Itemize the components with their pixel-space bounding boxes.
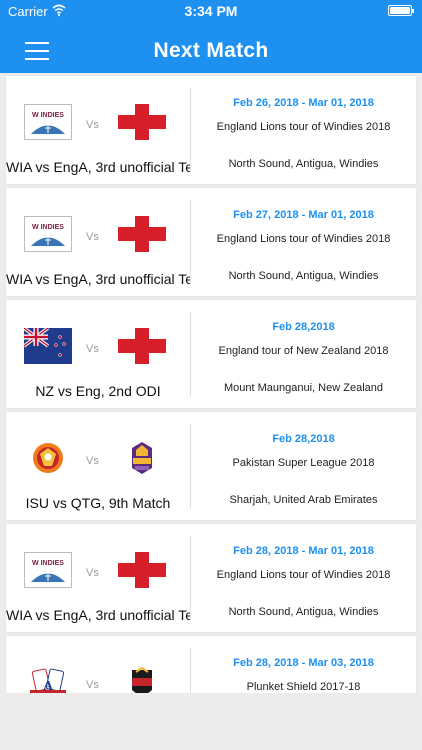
series-name: England Lions tour of Windies 2018 — [216, 569, 391, 581]
england-cross-flag — [118, 104, 166, 140]
match-details: Feb 28,2018 Pakistan Super League 2018 S… — [191, 412, 416, 520]
match-name: WIA vs EngA, 3rd unofficial Test — [6, 271, 190, 287]
match-card[interactable]: W INDIES Vs WIA vs EngA, 3rd unofficial … — [6, 524, 416, 632]
vs-label: Vs — [86, 567, 99, 579]
windies-logo-text: W INDIES — [32, 224, 64, 231]
match-card[interactable]: Vs NZ vs Eng, 2nd ODI Feb 28,2018 Englan… — [6, 300, 416, 408]
venue: North Sound, Antigua, Windies — [228, 158, 379, 170]
match-date: Feb 28, 2018 - Mar 03, 2018 — [233, 657, 374, 669]
vs-label: Vs — [86, 455, 99, 467]
series-name: England tour of New Zealand 2018 — [218, 345, 389, 357]
match-teams: Vs ISU vs QTG, 9th Match — [6, 412, 190, 520]
match-details: Feb 26, 2018 - Mar 01, 2018 England Lion… — [191, 76, 416, 184]
windies-logo-text: W INDIES — [32, 112, 64, 119]
match-date: Feb 27, 2018 - Mar 01, 2018 — [233, 209, 374, 221]
match-name: WIA vs EngA, 3rd unofficial Test — [6, 159, 190, 175]
venue: Sharjah, United Arab Emirates — [229, 494, 378, 506]
auckland-aces-logo: A — [24, 664, 72, 693]
windies-logo: W INDIES — [24, 552, 72, 588]
match-details: Feb 28, 2018 - Mar 03, 2018 Plunket Shie… — [191, 636, 416, 693]
match-teams: Vs NZ vs Eng, 2nd ODI — [6, 300, 190, 408]
england-cross-flag — [118, 328, 166, 364]
venue: North Sound, Antigua, Windies — [228, 270, 379, 282]
match-date: Feb 28,2018 — [272, 433, 335, 445]
match-list[interactable]: W INDIES Vs WIA vs EngA, 3rd unofficial … — [0, 73, 422, 693]
islamabad-united-logo — [24, 440, 72, 476]
clock-time: 3:34 PM — [184, 3, 238, 19]
series-name: England Lions tour of Windies 2018 — [216, 233, 391, 245]
app-header: Carrier 3:34 PM Next Match — [0, 0, 422, 73]
windies-logo: W INDIES — [24, 104, 72, 140]
match-date: Feb 28, 2018 - Mar 01, 2018 — [233, 545, 374, 557]
vs-label: Vs — [86, 231, 99, 243]
match-details: Feb 28,2018 England tour of New Zealand … — [191, 300, 416, 408]
venue: North Sound, Antigua, Windies — [228, 606, 379, 618]
vs-label: Vs — [86, 119, 99, 131]
new-zealand-flag — [22, 326, 72, 364]
match-name: WIA vs EngA, 3rd unofficial Test — [6, 607, 190, 623]
match-date: Feb 28,2018 — [272, 321, 335, 333]
windies-logo-text: W INDIES — [32, 560, 64, 567]
page-title: Next Match — [153, 39, 269, 62]
northern-districts-logo — [118, 664, 166, 693]
match-details: Feb 28, 2018 - Mar 01, 2018 England Lion… — [191, 524, 416, 632]
vs-label: Vs — [86, 343, 99, 355]
match-card[interactable]: W INDIES Vs WIA vs EngA, 3rd unofficial … — [6, 76, 416, 184]
series-name: Pakistan Super League 2018 — [232, 457, 375, 469]
england-cross-flag — [118, 216, 166, 252]
venue: Mount Maunganui, New Zealand — [224, 382, 383, 394]
series-name: England Lions tour of Windies 2018 — [216, 121, 391, 133]
match-details: Feb 27, 2018 - Mar 01, 2018 England Lion… — [191, 188, 416, 296]
windies-logo: W INDIES — [24, 216, 72, 252]
england-cross-flag — [118, 552, 166, 588]
match-teams: W INDIES Vs WIA vs EngA, 3rd unofficial … — [6, 188, 190, 296]
match-card[interactable]: A Vs Feb 28, 2018 - Mar 03, 2018 Plunket… — [6, 636, 416, 693]
match-teams: W INDIES Vs WIA vs EngA, 3rd unofficial … — [6, 524, 190, 632]
battery-icon — [388, 5, 414, 16]
status-bar: Carrier 3:34 PM — [0, 0, 422, 22]
match-card[interactable]: W INDIES Vs WIA vs EngA, 3rd unofficial … — [6, 188, 416, 296]
quetta-gladiators-logo — [118, 440, 166, 476]
match-name: ISU vs QTG, 9th Match — [25, 495, 171, 511]
vs-label: Vs — [86, 679, 99, 691]
match-name: NZ vs Eng, 2nd ODI — [35, 383, 161, 399]
series-name: Plunket Shield 2017-18 — [246, 681, 361, 693]
match-card[interactable]: Vs ISU vs QTG, 9th Match Feb 28,2018 Pak… — [6, 412, 416, 520]
match-date: Feb 26, 2018 - Mar 01, 2018 — [233, 97, 374, 109]
match-teams: W INDIES Vs WIA vs EngA, 3rd unofficial … — [6, 76, 190, 184]
match-teams: A Vs — [6, 636, 190, 693]
